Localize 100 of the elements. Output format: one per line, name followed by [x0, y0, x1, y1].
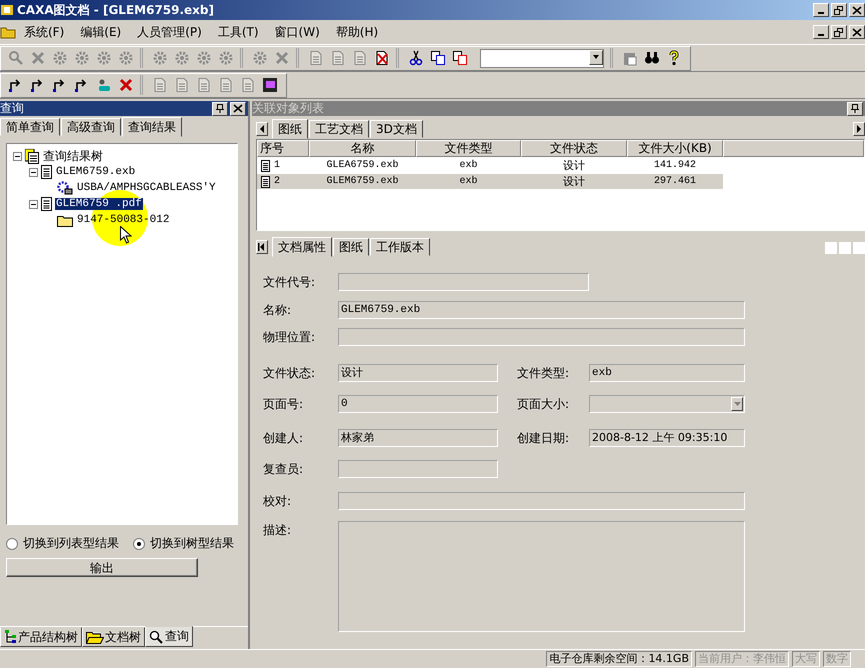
minimize-button[interactable] [813, 25, 829, 39]
column-header[interactable]: 序号 [257, 140, 309, 157]
close-button[interactable] [849, 3, 865, 17]
input-field[interactable]: 设计 [338, 364, 498, 382]
document-icon [218, 77, 234, 93]
input-field[interactable]: exb [589, 364, 745, 382]
folder-icon [57, 214, 73, 226]
scissors-icon [408, 50, 424, 66]
document-icon [261, 176, 270, 188]
clipboard-icon [622, 50, 638, 66]
menu-item[interactable]: 帮助(H) [328, 22, 386, 42]
gear-icon [252, 50, 268, 66]
tab[interactable]: 产品结构树 [0, 627, 82, 647]
dropdown-field[interactable] [589, 395, 745, 413]
column-header[interactable]: 文件类型 [416, 140, 521, 157]
restore-button[interactable] [831, 25, 847, 39]
status-panel: 大写 [792, 651, 820, 667]
tab[interactable]: 查询结果 [122, 117, 182, 137]
panel-title: 查询 [0, 101, 25, 116]
cross-icon [30, 50, 46, 66]
field-label: 文件代号: [263, 274, 316, 291]
tab[interactable]: 文档树 [82, 627, 145, 647]
input-field[interactable] [338, 273, 589, 291]
dropdown-button[interactable] [589, 50, 603, 64]
scroll-left-button[interactable] [256, 122, 268, 136]
table-cell: 2 [274, 176, 280, 187]
minimize-button[interactable] [813, 3, 829, 17]
tree-item[interactable]: GLEM6759.exb [55, 166, 136, 178]
menu-item[interactable]: 系统(F) [16, 22, 72, 42]
column-header[interactable]: 文件状态 [521, 140, 627, 157]
pin-button[interactable] [212, 102, 228, 116]
menu-item[interactable]: 人员管理(P) [129, 22, 210, 42]
dropdown-button[interactable] [731, 397, 743, 411]
close-button[interactable] [849, 25, 865, 39]
tab[interactable]: 图纸 [272, 119, 308, 139]
people-icon [96, 77, 112, 93]
column-header[interactable]: 名称 [309, 140, 416, 157]
input-field[interactable] [338, 460, 498, 478]
pin-button[interactable] [847, 102, 863, 116]
tab[interactable]: 工艺文档 [309, 120, 369, 138]
tab[interactable]: 高级查询 [61, 118, 121, 136]
magnifier-icon [8, 50, 24, 66]
gear-icon [218, 50, 234, 66]
radio-option[interactable]: 切换到树型结果 [133, 535, 234, 552]
close-button[interactable] [230, 102, 246, 116]
menu-item[interactable]: 窗口(W) [266, 22, 328, 42]
status-panel: 数字 [823, 651, 851, 667]
input-field[interactable]: GLEM6759.exb [338, 301, 745, 319]
document-icon [152, 77, 168, 93]
table-cell-text: exb [458, 176, 478, 187]
table-cell: 1 [274, 160, 280, 171]
field-label: 描述: [263, 522, 292, 539]
tab[interactable]: 查询 [145, 626, 193, 647]
pin-icon [850, 104, 860, 113]
document-icon [41, 197, 52, 211]
cursor-icon [120, 226, 132, 244]
input-field[interactable]: 林家弟 [338, 429, 498, 447]
expander-icon[interactable] [13, 152, 22, 160]
input-field[interactable]: 2008-8-12 上午 09:35:10 [589, 429, 745, 447]
restore-button[interactable] [831, 3, 847, 17]
tab[interactable]: 工作版本 [370, 238, 430, 256]
input-field[interactable] [338, 492, 745, 510]
tree-item[interactable]: 查询结果树 [42, 148, 104, 164]
menu-item[interactable]: 编辑(E) [72, 22, 130, 42]
input-field[interactable] [338, 328, 745, 346]
document-icon [330, 50, 346, 66]
tab[interactable]: 简单查询 [0, 118, 60, 136]
document-icon [174, 77, 190, 93]
combo-box[interactable] [480, 48, 604, 68]
column-header[interactable]: 文件大小(KB) [627, 140, 723, 157]
gear-icon [196, 50, 212, 66]
menu-item[interactable]: 工具(T) [210, 22, 267, 42]
scroll-left-button[interactable] [256, 240, 268, 254]
field-label: 校对: [263, 493, 292, 510]
paste-icon [452, 50, 468, 66]
gear-icon [118, 50, 134, 66]
cross-icon [118, 77, 134, 93]
expander-icon[interactable] [29, 168, 38, 176]
field-label: 文件类型: [517, 365, 570, 382]
table-cell-text: 297.461 [652, 176, 697, 187]
tree-item[interactable]: USBA/AMPHSGCABLEASS'Y [76, 182, 217, 194]
binoculars-icon [644, 50, 660, 66]
tree-item[interactable]: GLEM6759 .pdf [55, 198, 143, 210]
document-icon [352, 50, 368, 66]
table-row[interactable]: 2 GLEM6759.exb exb 设计 297.461 [257, 174, 723, 189]
tab[interactable]: 图纸 [333, 238, 369, 256]
export-button[interactable]: 输出 [6, 558, 198, 577]
restore-icon [834, 28, 844, 36]
tab[interactable]: 文档属性 [272, 237, 332, 257]
expander-icon[interactable] [29, 200, 38, 208]
caret-icon [593, 55, 599, 59]
close-icon [852, 28, 862, 36]
close-icon [852, 6, 862, 14]
tab[interactable]: 3D文档 [370, 120, 423, 138]
input-field[interactable]: 0 [338, 395, 498, 413]
scroll-right-button[interactable] [853, 122, 865, 136]
restore-icon [834, 6, 844, 14]
field-label: 页面号: [263, 396, 304, 413]
table-cell-text: 设计 [562, 158, 586, 173]
radio-option[interactable]: 切换到列表型结果 [6, 535, 119, 552]
